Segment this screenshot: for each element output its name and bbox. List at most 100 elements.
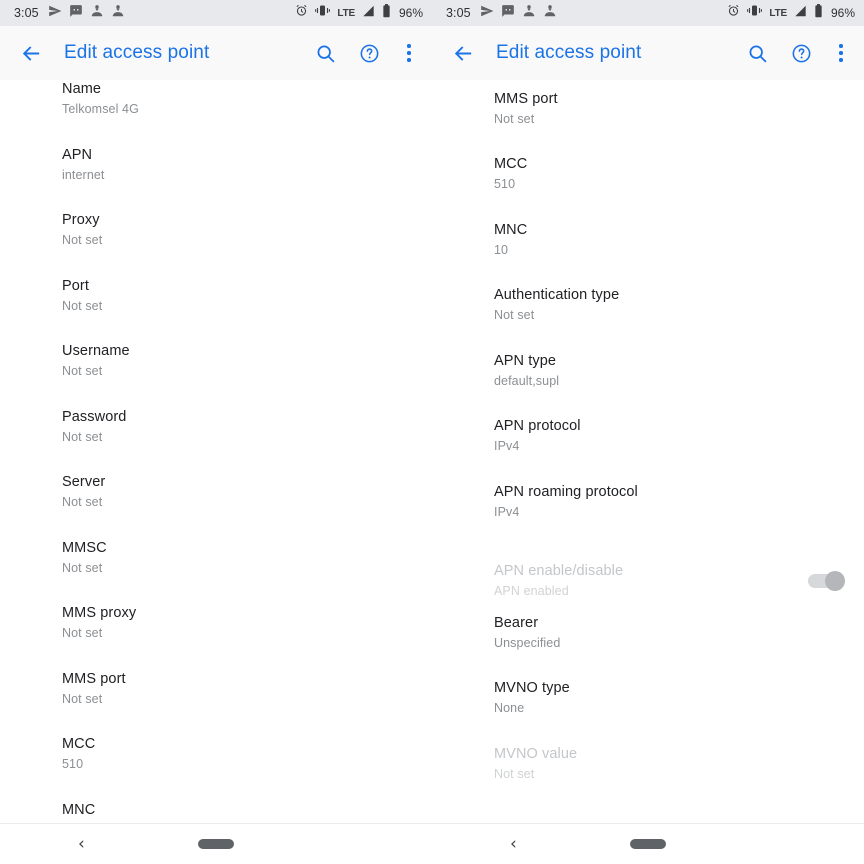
settings-list-left[interactable]: Name Telkomsel 4G APN internet Proxy Not set P… (0, 80, 432, 823)
settings-row[interactable]: MMS port Not set (432, 90, 864, 156)
status-clock: 3:05 (446, 6, 471, 20)
person-alert-icon (90, 4, 104, 23)
settings-row[interactable]: MMS proxyNot set (0, 604, 432, 670)
settings-row-value: default,supl (494, 373, 560, 388)
system-nav-bar-left: ‹ (0, 823, 432, 864)
dot (407, 44, 411, 48)
settings-row: APN enable/disable APN enabled (432, 548, 864, 614)
settings-row-value: APN enabled (494, 583, 569, 598)
settings-list-right[interactable]: MMS proxyNot setMMS port Not set MCC 510 MNC… (432, 80, 864, 823)
settings-row-value: Telkomsel 4G (62, 102, 139, 116)
status-bar-left-group: 3:05 (446, 4, 557, 23)
settings-row-texts: Server Not set (62, 473, 410, 539)
settings-row-value: Not set (62, 495, 103, 509)
apn-enable-toggle[interactable] (808, 570, 845, 591)
search-icon[interactable] (310, 38, 340, 68)
dot (839, 58, 843, 62)
toolbar-actions-left (310, 38, 420, 68)
settings-row-title: MMS port (62, 670, 126, 687)
dot (407, 58, 411, 62)
settings-row-value: Not set (62, 626, 103, 640)
home-pill-icon[interactable] (198, 839, 234, 849)
settings-row-value: 510 (494, 177, 516, 191)
settings-row[interactable]: MNC 10 (432, 221, 864, 287)
battery-icon (814, 3, 823, 23)
settings-row-texts: MMSC Not set (62, 539, 410, 605)
alarm-icon (727, 4, 740, 22)
settings-row-value: 10 (494, 242, 509, 257)
dot (407, 51, 411, 55)
settings-row-value: Not set (62, 560, 103, 575)
vibrate-icon (747, 4, 763, 22)
battery-percent-label: 96% (398, 6, 423, 20)
settings-row-title: Port (62, 277, 89, 294)
help-icon[interactable] (354, 38, 384, 68)
settings-row-texts: Name Telkomsel 4G (62, 80, 410, 146)
settings-row-title: Proxy (62, 212, 100, 228)
toolbar-actions-right (742, 38, 852, 68)
settings-row-title: Name (62, 81, 102, 97)
page-title: Edit access point (64, 42, 210, 63)
nav-back-icon[interactable]: ‹ (78, 835, 85, 853)
system-nav-bar-right: ‹ (432, 823, 864, 864)
settings-row[interactable]: MCC 510 (0, 735, 432, 801)
settings-row[interactable]: APN type default,supl (432, 352, 864, 418)
settings-row[interactable]: MCC 510 (432, 155, 864, 221)
panel-left: 3:05 LTE 96% Edit access point Name Telk… (0, 0, 432, 864)
settings-row[interactable]: Server Not set (0, 473, 432, 539)
home-pill-icon[interactable] (630, 839, 666, 849)
settings-row-title: APN enable/disable (494, 562, 624, 579)
settings-row[interactable]: Name Telkomsel 4G (0, 80, 432, 146)
settings-row[interactable]: Bearer Unspecified (432, 614, 864, 680)
settings-row-title: Authentication type (494, 287, 620, 303)
vibrate-icon (315, 4, 331, 22)
settings-row-value: Not set (62, 691, 103, 706)
settings-row[interactable]: Port Not set (0, 277, 432, 343)
toolbar-left: Edit access point (0, 26, 432, 80)
battery-percent-label: 96% (830, 6, 855, 20)
settings-row[interactable]: Username Not set (0, 342, 432, 408)
status-bar-left-group: 3:05 (14, 4, 125, 23)
more-options-icon[interactable] (830, 38, 852, 68)
search-icon[interactable] (742, 38, 772, 68)
settings-row-title: MVNO type (494, 680, 570, 696)
settings-list-left-inner: Name Telkomsel 4G APN internet Proxy Not set P… (0, 80, 432, 823)
settings-row[interactable]: MNC10 (0, 801, 432, 824)
settings-row-title: APN protocol (494, 418, 581, 434)
settings-row[interactable]: MMSC Not set (0, 539, 432, 605)
settings-row[interactable]: Proxy Not set (0, 211, 432, 277)
settings-row-texts: MMS port Not set (494, 90, 842, 156)
settings-row[interactable]: Password Not set (0, 408, 432, 474)
settings-row[interactable]: MVNO type None (432, 679, 864, 745)
back-arrow-icon[interactable] (14, 36, 48, 70)
settings-row[interactable]: Authentication type Not set (432, 286, 864, 352)
settings-row[interactable]: APN internet (0, 146, 432, 212)
send-icon (48, 4, 62, 23)
settings-row: MVNO value Not set (432, 745, 864, 811)
back-arrow-icon[interactable] (446, 36, 480, 70)
settings-row[interactable]: MMS port Not set (0, 670, 432, 736)
settings-row[interactable]: MMS proxyNot set (432, 80, 864, 90)
nav-back-icon[interactable]: ‹ (510, 835, 517, 853)
settings-row-texts: Authentication type Not set (494, 286, 842, 352)
settings-row-title: Server (62, 474, 106, 490)
settings-row[interactable]: APN roaming protocol IPv4 (432, 483, 864, 549)
settings-row-texts: APN enable/disable APN enabled (494, 562, 798, 600)
person-alert-icon (522, 4, 536, 23)
help-icon[interactable] (786, 38, 816, 68)
settings-row-title: MNC (494, 221, 528, 238)
settings-row-texts: MVNO type None (494, 679, 842, 745)
status-bar-left: 3:05 LTE 96% (0, 0, 432, 26)
settings-row-value: Not set (62, 364, 103, 378)
settings-row-value: Not set (62, 233, 103, 247)
settings-row-texts: APN protocol IPv4 (494, 417, 842, 483)
settings-row-texts: Port Not set (62, 277, 410, 343)
send-icon (480, 4, 494, 23)
settings-row[interactable]: APN protocol IPv4 (432, 417, 864, 483)
settings-row-title: Bearer (494, 614, 539, 631)
status-bar-right: 3:05 LTE 96% (432, 0, 864, 26)
more-options-icon[interactable] (398, 38, 420, 68)
signal-icon (794, 4, 807, 22)
settings-row-title: MMS port (494, 90, 558, 107)
settings-row-texts: Username Not set (62, 342, 410, 408)
